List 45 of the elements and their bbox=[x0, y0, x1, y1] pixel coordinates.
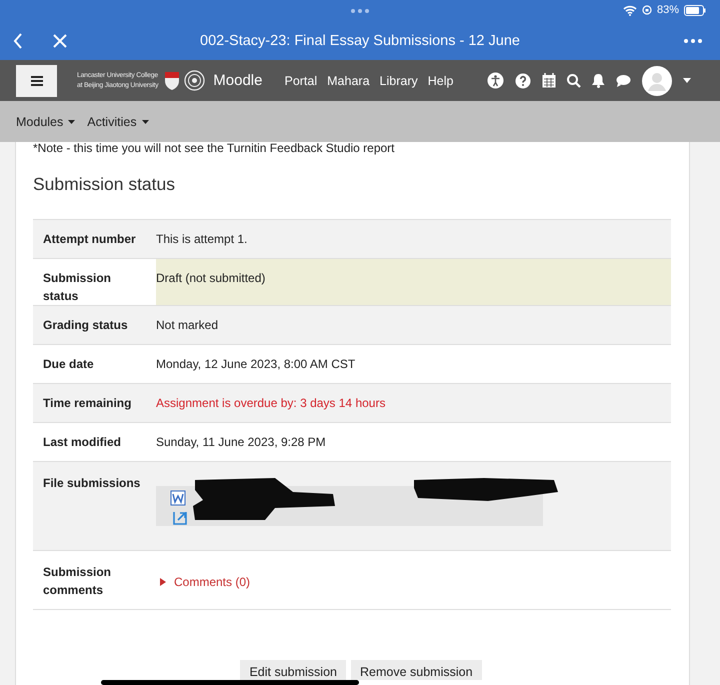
dropdown-menu[interactable]: Activities bbox=[87, 114, 149, 128]
table-cell: Not marked bbox=[156, 306, 671, 344]
menu-button[interactable] bbox=[16, 64, 57, 96]
wifi-icon bbox=[622, 4, 637, 16]
dropdown-menu[interactable]: Modules bbox=[16, 114, 76, 128]
submission-button[interactable]: Edit submission bbox=[240, 660, 346, 680]
nav-link[interactable]: Library bbox=[380, 74, 418, 88]
caret-icon bbox=[160, 578, 166, 586]
submission-button[interactable]: Remove submission bbox=[351, 660, 482, 680]
nav-link[interactable]: Help bbox=[428, 74, 454, 88]
table-header-cell: Attempt number bbox=[33, 220, 156, 258]
site-name[interactable]: Moodle bbox=[213, 72, 262, 89]
close-icon[interactable] bbox=[53, 34, 67, 48]
table-header-cell: Grading status bbox=[33, 306, 156, 344]
seal-icon bbox=[184, 70, 206, 91]
comments-toggle[interactable]: Comments (0) bbox=[160, 573, 250, 591]
table-cell: Draft (not submitted) bbox=[156, 259, 671, 305]
section-heading: Submission status bbox=[33, 174, 176, 195]
multitask-dots-icon[interactable] bbox=[351, 9, 369, 13]
note-text: *Note - this time you will not see the Turnitin Feedback Studio report bbox=[33, 142, 396, 154]
shield-icon bbox=[164, 70, 180, 90]
table-header-cell: Time remaining bbox=[33, 384, 156, 422]
battery-percentage: 83% bbox=[656, 4, 679, 16]
caret-icon bbox=[68, 120, 76, 124]
accessibility-icon[interactable] bbox=[487, 72, 504, 89]
table-cell: Assignment is overdue by: 3 days 14 hours bbox=[156, 384, 671, 422]
calendar-icon[interactable] bbox=[542, 73, 556, 88]
caret-icon[interactable] bbox=[683, 78, 692, 83]
lock-rotation-icon bbox=[642, 5, 652, 15]
caret-icon bbox=[142, 120, 149, 124]
bell-icon[interactable] bbox=[592, 73, 606, 88]
nav-link[interactable]: Portal bbox=[284, 74, 318, 88]
page-title: 002-Stacy-23: Final Essay Submissions - 12 June bbox=[200, 33, 520, 49]
word-file-icon bbox=[170, 490, 186, 506]
search-icon[interactable] bbox=[567, 74, 582, 88]
help-icon[interactable] bbox=[515, 72, 532, 88]
avatar-icon[interactable] bbox=[642, 66, 672, 96]
more-icon[interactable] bbox=[684, 39, 702, 43]
table-cell: This is attempt 1. bbox=[156, 220, 671, 258]
menu-icon bbox=[30, 76, 42, 86]
chat-icon[interactable] bbox=[616, 74, 632, 87]
nav-link[interactable]: Mahara bbox=[327, 74, 370, 88]
back-icon[interactable] bbox=[13, 33, 23, 49]
table-header-cell: File submissions bbox=[33, 462, 156, 550]
battery-icon bbox=[684, 4, 706, 16]
